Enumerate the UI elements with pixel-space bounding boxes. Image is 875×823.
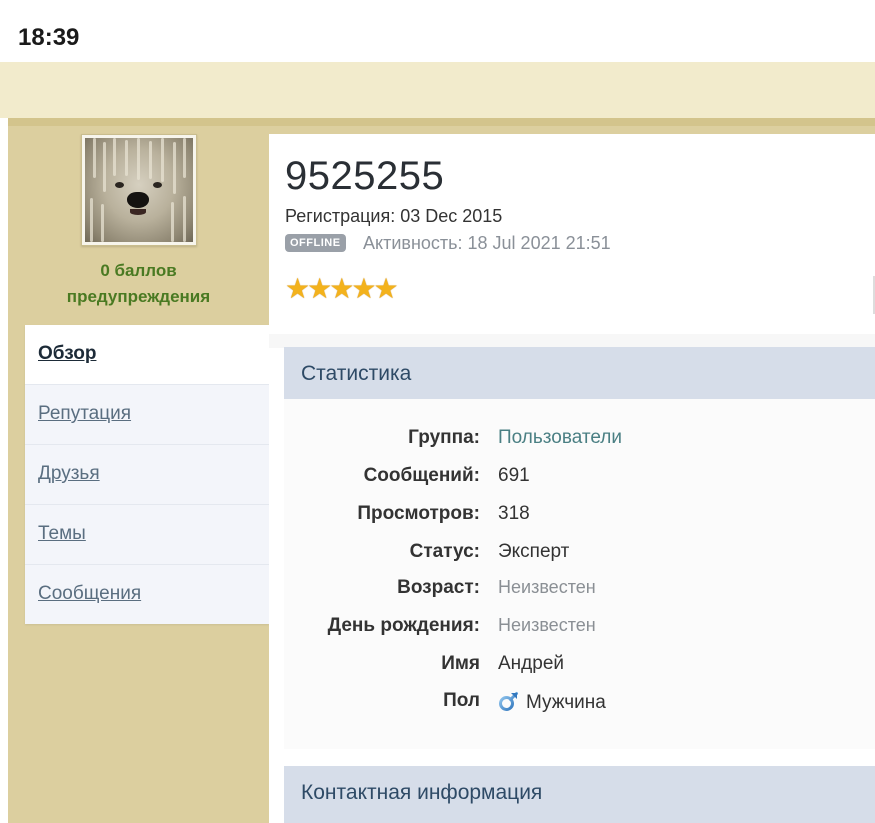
stat-row-status: Статус: Эксперт (284, 533, 875, 571)
stat-row-age: Возраст: Неизвестен (284, 569, 875, 607)
warnings-label: 0 баллов предупреждения (66, 261, 211, 306)
rating-stars: ★★★★★ (285, 273, 399, 304)
last-activity: Активность: 18 Jul 2021 21:51 (363, 233, 611, 253)
stat-label: Сообщений: (363, 465, 480, 486)
warnings-link[interactable]: 0 баллов предупреждения (8, 258, 269, 310)
registration-date: Регистрация: 03 Dec 2015 (285, 206, 503, 226)
gender-label: Мужчина (526, 692, 606, 713)
status-badge: OFFLINE (285, 234, 346, 252)
nav-item-friends[interactable]: Друзья (25, 445, 269, 505)
stat-value: Андрей (498, 653, 564, 674)
stats-title: Статистика (301, 362, 412, 385)
profile-nav: Обзор Репутация Друзья Темы Сообщения (25, 325, 269, 624)
stat-label: Группа: (408, 427, 480, 448)
stats-body: Группа: Пользователи Сообщений: 691 Прос… (284, 399, 875, 749)
stat-row-group: Группа: Пользователи (284, 419, 875, 457)
star-icon: ★ (373, 273, 399, 304)
stat-row-posts: Сообщений: 691 (284, 457, 875, 495)
status-bar: 18:39 (0, 0, 875, 62)
stat-label: Просмотров: (357, 503, 480, 524)
stat-row-gender: Пол Мужчина (284, 682, 875, 720)
avatar-image (85, 138, 193, 242)
nav-item-topics[interactable]: Темы (25, 505, 269, 565)
stat-label: Возраст: (397, 577, 480, 598)
nav-item-label: Репутация (38, 403, 132, 424)
stat-label: Статус: (409, 541, 480, 562)
stats-header: Статистика (284, 347, 875, 399)
top-banner (0, 62, 875, 118)
nav-item-label: Сообщения (38, 583, 142, 604)
stat-row-name: Имя Андрей (284, 645, 875, 683)
nav-item-label: Обзор (38, 343, 97, 364)
section-separator (269, 334, 875, 348)
status-time: 18:39 (18, 24, 80, 51)
male-gender-icon (499, 692, 518, 711)
contact-title: Контактная информация (301, 781, 543, 804)
profile-top-strip (8, 118, 875, 126)
stat-row-views: Просмотров: 318 (284, 495, 875, 533)
nav-item-posts[interactable]: Сообщения (25, 565, 269, 624)
stat-label: Имя (441, 653, 480, 674)
avatar[interactable] (81, 134, 197, 246)
username: 9525255 (285, 154, 445, 198)
stat-value: Эксперт (498, 541, 570, 562)
stat-value-gender: Мужчина (498, 690, 606, 714)
nav-item-label: Друзья (38, 463, 100, 484)
stat-value: 318 (498, 503, 530, 524)
nav-item-label: Темы (38, 523, 86, 544)
stat-value: Неизвестен (498, 577, 596, 597)
nav-item-reputation[interactable]: Репутация (25, 385, 269, 445)
stat-value: 691 (498, 465, 530, 486)
profile-main: 9525255 Регистрация: 03 Dec 2015 OFFLINE… (269, 134, 875, 823)
nav-item-overview[interactable]: Обзор (25, 325, 269, 385)
stat-row-birthday: День рождения: Неизвестен (284, 607, 875, 645)
profile-sidebar: 0 баллов предупреждения Обзор Репутация … (8, 126, 269, 823)
stat-label: Пол (443, 690, 480, 711)
group-link[interactable]: Пользователи (498, 427, 622, 449)
stat-label: День рождения: (327, 615, 480, 636)
contact-header: Контактная информация (284, 766, 875, 823)
stat-value: Неизвестен (498, 615, 596, 635)
